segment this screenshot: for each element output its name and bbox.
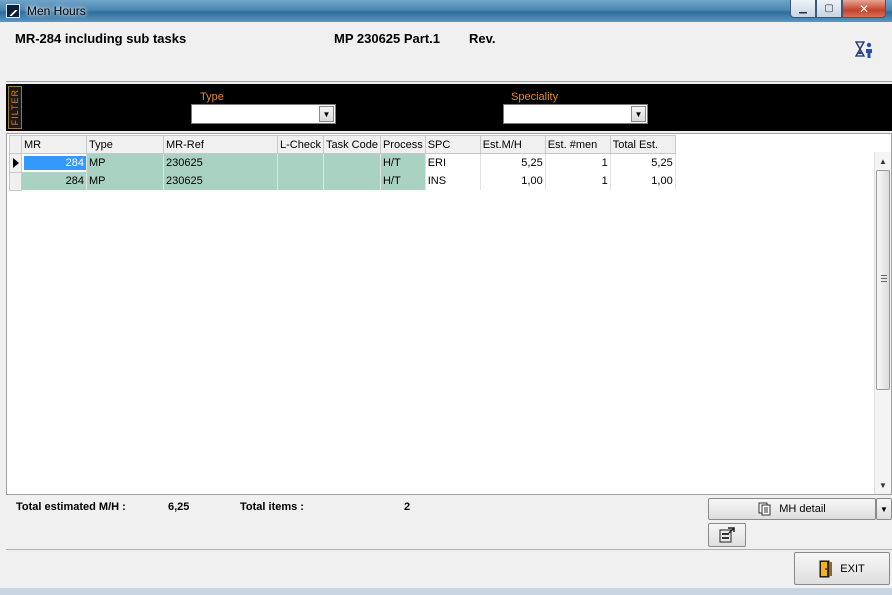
filter-tag: FILTER [8, 86, 22, 129]
totals-footer: Total estimated M/H : 6,25 Total items :… [6, 497, 892, 549]
window-bottom-border [0, 588, 892, 595]
column-header-type[interactable]: Type [86, 135, 164, 154]
column-header-est-men[interactable]: Est. #men [544, 135, 611, 154]
data-table: MR Type MR-Ref L-Check Task Code Process… [9, 135, 676, 191]
cell-process[interactable]: H/T [380, 153, 426, 172]
column-header-mr[interactable]: MR [21, 135, 87, 154]
app-window-icon [6, 4, 20, 18]
header-panel: MR-284 including sub tasks MP 230625 Par… [6, 22, 892, 82]
column-header-task-code[interactable]: Task Code [322, 135, 381, 154]
cell-mr-ref[interactable]: 230625 [163, 153, 278, 172]
cell-process[interactable]: H/T [380, 172, 426, 190]
maximize-button[interactable]: ▢ [816, 0, 842, 18]
total-items-label: Total items : [240, 501, 304, 513]
cell-spc[interactable]: ERI [425, 153, 481, 172]
rev-label: Rev. [469, 31, 496, 46]
cell-est-mh[interactable]: 1,00 [480, 172, 546, 190]
table-row[interactable]: 284 MP 230625 H/T ERI 5,25 1 5,25 [9, 153, 676, 173]
cell-est-mh[interactable]: 5,25 [480, 153, 546, 172]
cell-est-men[interactable]: 1 [545, 172, 611, 190]
documents-icon [758, 502, 771, 515]
cell-l-check[interactable] [277, 153, 324, 172]
cell-total-est[interactable]: 1,00 [610, 172, 676, 190]
minimize-button[interactable]: ▁ [790, 0, 816, 18]
mp-title: MP 230625 Part.1 [334, 31, 440, 46]
door-exit-icon [819, 560, 833, 577]
column-header-process[interactable]: Process [379, 135, 426, 154]
current-row-arrow-icon [13, 158, 19, 168]
mh-detail-dropdown-button[interactable]: ▼ [876, 498, 892, 520]
mr-title: MR-284 including sub tasks [15, 31, 187, 46]
total-mh-label: Total estimated M/H : [16, 501, 126, 513]
mh-detail-button[interactable]: MH detail [708, 498, 876, 520]
cell-type[interactable]: MP [86, 172, 164, 190]
chevron-down-icon[interactable]: ▼ [319, 106, 334, 122]
scrollbar-thumb[interactable] [876, 170, 890, 390]
table-row[interactable]: 284 MP 230625 H/T INS 1,00 1 1,00 [9, 171, 676, 191]
column-header-spc[interactable]: SPC [424, 135, 481, 154]
cell-mr[interactable]: 284 [21, 172, 87, 190]
type-filter-label: Type [200, 91, 224, 103]
scroll-up-icon[interactable]: ▲ [875, 153, 891, 169]
column-header-total-est[interactable]: Total Est. [609, 135, 676, 154]
column-header-est-mh[interactable]: Est.M/H [479, 135, 546, 154]
cell-l-check[interactable] [277, 172, 324, 190]
men-hours-grid[interactable]: MR Type MR-Ref L-Check Task Code Process… [6, 133, 892, 495]
type-filter-select[interactable]: ▼ [191, 104, 336, 124]
report-button[interactable] [708, 523, 746, 547]
cell-task-code[interactable] [323, 153, 381, 172]
total-items-value: 2 [404, 501, 411, 513]
hourglass-person-icon[interactable] [854, 40, 876, 60]
row-indicator[interactable] [9, 171, 22, 191]
scroll-down-icon[interactable]: ▼ [875, 477, 891, 493]
vertical-scrollbar[interactable]: ▲ ▼ [874, 152, 891, 494]
chevron-down-icon[interactable]: ▼ [631, 106, 646, 122]
table-header-row: MR Type MR-Ref L-Check Task Code Process… [9, 135, 676, 154]
speciality-filter-select[interactable]: ▼ [503, 104, 648, 124]
speciality-filter-label: Speciality [511, 91, 559, 103]
cell-mr-ref[interactable]: 230625 [163, 172, 278, 190]
cell-spc[interactable]: INS [425, 172, 481, 190]
exit-button[interactable]: EXIT [794, 552, 890, 585]
row-indicator[interactable] [9, 153, 22, 173]
filter-bar: FILTER Type ▼ Speciality ▼ [6, 84, 892, 131]
close-button[interactable]: ✕ [842, 0, 886, 18]
total-mh-value: 6,25 [168, 501, 190, 513]
column-header-l-check[interactable]: L-Check [277, 135, 324, 154]
cell-task-code[interactable] [323, 172, 381, 190]
window-title-bar[interactable]: Men Hours ▁ ▢ ✕ [0, 0, 892, 22]
row-indicator-header [9, 135, 22, 154]
cell-total-est[interactable]: 5,25 [610, 153, 676, 172]
cell-mr[interactable]: 284 [21, 153, 87, 172]
cell-est-men[interactable]: 1 [545, 153, 611, 172]
column-header-mr-ref[interactable]: MR-Ref [163, 135, 278, 154]
report-icon [719, 526, 735, 542]
window-title: Men Hours [27, 4, 86, 18]
cell-type[interactable]: MP [86, 153, 164, 172]
